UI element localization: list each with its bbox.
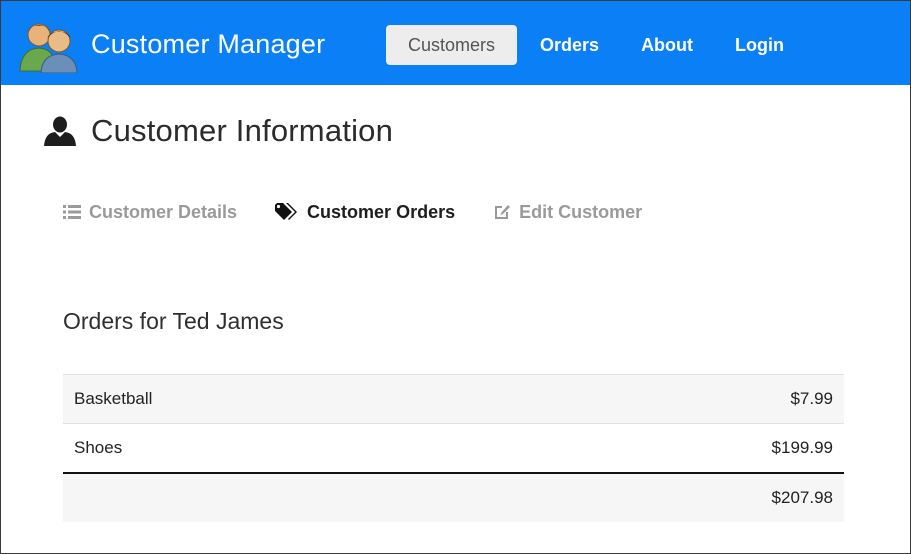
user-icon xyxy=(44,116,76,146)
tab-customer-orders[interactable]: Customer Orders xyxy=(275,202,455,223)
total-cell: $207.98 xyxy=(489,473,844,522)
tags-icon xyxy=(275,203,298,220)
price-cell: $7.99 xyxy=(489,374,844,424)
edit-icon xyxy=(495,205,511,219)
tab-edit-customer-label: Edit Customer xyxy=(519,201,643,222)
total-row: $207.98 xyxy=(63,473,844,522)
nav-orders[interactable]: Orders xyxy=(519,25,620,65)
tab-customer-details-label: Customer Details xyxy=(89,201,238,222)
people-logo-icon xyxy=(19,23,78,73)
brand-name: Customer Manager xyxy=(91,28,326,59)
table-row: Basketball $7.99 xyxy=(63,374,844,424)
page-header: Customer Information xyxy=(43,113,393,149)
nav-customers[interactable]: Customers xyxy=(386,25,518,65)
table-row: Shoes $199.99 xyxy=(63,423,844,474)
main-nav: Customers Orders About Login xyxy=(386,25,805,65)
nav-about[interactable]: About xyxy=(620,25,714,65)
product-cell: Shoes xyxy=(63,423,490,474)
brand[interactable]: Customer Manager xyxy=(17,19,325,73)
orders-heading: Orders for Ted James xyxy=(63,308,284,334)
nav-login[interactable]: Login xyxy=(714,25,805,65)
price-cell: $199.99 xyxy=(489,423,844,474)
list-icon xyxy=(63,205,81,219)
orders-table: Basketball $7.99 Shoes $199.99 $207.98 xyxy=(63,374,844,522)
customer-subnav: Customer Details Customer Orders Edit Cu… xyxy=(63,199,680,225)
page-title: Customer Information xyxy=(91,113,394,148)
app-window: Customer Manager Customers Orders About … xyxy=(0,0,911,554)
tab-customer-orders-label: Customer Orders xyxy=(307,201,456,222)
tab-edit-customer[interactable]: Edit Customer xyxy=(493,202,642,223)
navbar: Customer Manager Customers Orders About … xyxy=(1,1,910,85)
product-cell: Basketball xyxy=(63,374,490,424)
tab-customer-details[interactable]: Customer Details xyxy=(63,202,237,223)
total-label-cell xyxy=(63,473,490,522)
